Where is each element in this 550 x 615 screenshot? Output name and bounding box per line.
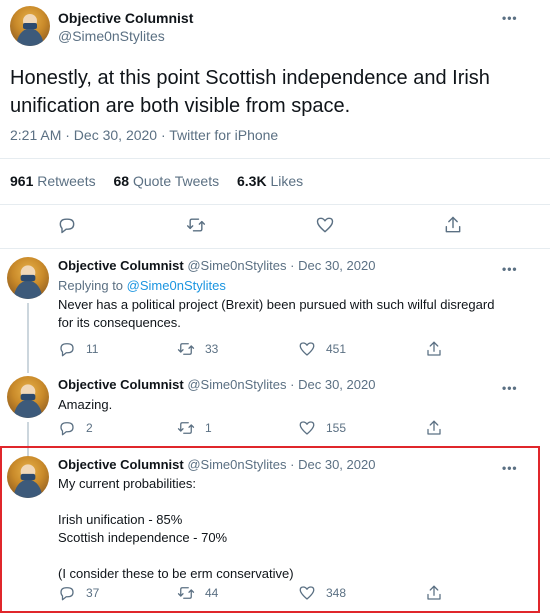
retweet-icon (177, 343, 195, 355)
reply-count: 37 (86, 586, 100, 600)
reply-count: 11 (86, 342, 99, 356)
reply-icon (60, 343, 74, 357)
retweets-stat[interactable]: 961 Retweets (10, 173, 96, 189)
like-button[interactable]: 451 (298, 340, 346, 358)
retweet-count: 1 (205, 421, 212, 435)
heart-icon (299, 586, 315, 600)
like-count: 155 (326, 421, 347, 435)
share-button[interactable] (443, 215, 463, 235)
heart-icon (299, 421, 315, 435)
retweet-icon (177, 587, 195, 599)
engagement-stats: 961 Retweets 68 Quote Tweets 6.3K Likes (10, 173, 303, 189)
share-button[interactable] (425, 419, 443, 437)
reply-header: Objective Columnist @Sime0nStylites · De… (58, 457, 376, 472)
like-count: 451 (326, 342, 347, 356)
reply-header: Objective Columnist @Sime0nStylites · De… (58, 258, 376, 273)
author-handle[interactable]: @Sime0nStylites (187, 258, 286, 273)
more-options-icon[interactable]: ••• (502, 381, 518, 395)
reply-date[interactable]: Dec 30, 2020 (298, 457, 375, 472)
reply-icon (59, 218, 75, 234)
author-name[interactable]: Objective Columnist (58, 10, 193, 26)
retweet-button[interactable]: 1 (177, 419, 212, 437)
retweet-icon (186, 218, 206, 232)
reply-button[interactable]: 37 (58, 584, 99, 602)
reply-date[interactable]: Dec 30, 2020 (298, 258, 375, 273)
reply-icon (60, 587, 74, 601)
quote-tweets-stat[interactable]: 68 Quote Tweets (114, 173, 220, 189)
more-options-icon[interactable]: ••• (502, 11, 518, 25)
replying-to: Replying to @Sime0nStylites (58, 278, 226, 293)
divider (0, 204, 550, 205)
reply-button[interactable] (57, 215, 77, 235)
share-icon (427, 420, 441, 435)
reply-date[interactable]: Dec 30, 2020 (298, 377, 375, 392)
more-options-icon[interactable]: ••• (502, 461, 518, 475)
main-action-bar (0, 215, 550, 239)
share-icon (445, 216, 461, 233)
divider (0, 248, 550, 249)
retweet-button[interactable]: 33 (177, 340, 218, 358)
heart-icon (299, 342, 315, 356)
share-button[interactable] (425, 340, 443, 358)
avatar[interactable] (10, 6, 50, 46)
reply-button[interactable]: 2 (58, 419, 93, 437)
author-name[interactable]: Objective Columnist (58, 377, 184, 392)
more-options-icon[interactable]: ••• (502, 262, 518, 276)
share-button[interactable] (425, 584, 443, 602)
author-handle[interactable]: @Sime0nStylites (187, 457, 286, 472)
retweet-icon (177, 422, 195, 434)
reply-tweet[interactable]: Objective Columnist @Sime0nStylites · De… (0, 457, 550, 587)
reply-text: Never has a political project (Brexit) b… (58, 297, 495, 330)
reply-count: 2 (86, 421, 93, 435)
share-icon (427, 585, 441, 600)
divider (0, 158, 550, 159)
replying-to-handle[interactable]: @Sime0nStylites (127, 278, 226, 293)
author-handle[interactable]: @Sime0nStylites (187, 377, 286, 392)
reply-text: My current probabilities: Irish unificat… (58, 476, 294, 581)
like-button[interactable]: 348 (298, 584, 346, 602)
retweet-count: 44 (205, 586, 219, 600)
reply-button[interactable]: 11 (58, 340, 98, 358)
author-name[interactable]: Objective Columnist (58, 457, 184, 472)
reply-action-bar: 37 44 348 (0, 584, 550, 608)
heart-icon (316, 217, 334, 233)
like-count: 348 (326, 586, 347, 600)
retweet-button[interactable] (186, 215, 206, 235)
tweet-text: Honestly, at this point Scottish indepen… (10, 67, 490, 117)
retweet-count: 33 (205, 342, 219, 356)
like-button[interactable]: 155 (298, 419, 346, 437)
reply-icon (60, 422, 74, 436)
author-handle[interactable]: @Sime0nStylites (58, 28, 165, 44)
reply-action-bar: 2 1 155 (0, 419, 550, 443)
reply-action-bar: 11 33 451 (0, 340, 550, 364)
share-icon (427, 341, 441, 356)
tweet-timestamp[interactable]: 2:21 AM · Dec 30, 2020 · Twitter for iPh… (10, 127, 278, 143)
reply-text: Amazing. (58, 397, 113, 412)
like-button[interactable] (315, 215, 335, 235)
likes-stat[interactable]: 6.3K Likes (237, 173, 303, 189)
reply-tweet[interactable]: Objective Columnist @Sime0nStylites · De… (0, 377, 550, 417)
reply-header: Objective Columnist @Sime0nStylites · De… (58, 377, 376, 392)
author-name[interactable]: Objective Columnist (58, 258, 184, 273)
retweet-button[interactable]: 44 (177, 584, 218, 602)
